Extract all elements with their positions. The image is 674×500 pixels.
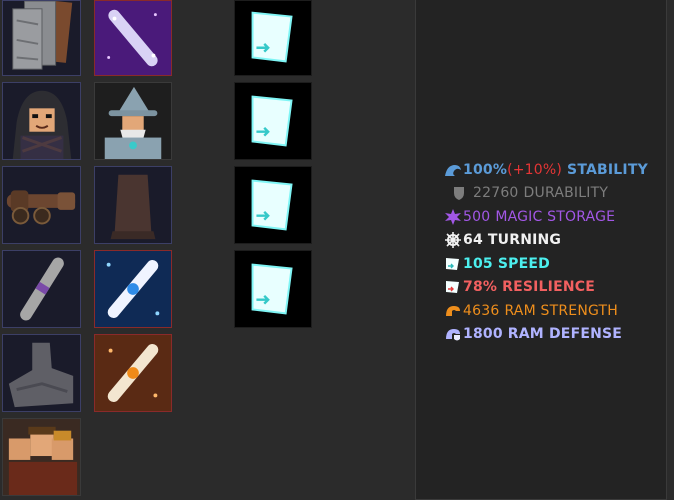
stability-label: STABILITY xyxy=(567,161,648,178)
wizard-icon xyxy=(104,86,162,159)
star-burst-icon xyxy=(444,208,462,226)
resilience-value: 78% xyxy=(463,279,498,296)
sail-slot-icon xyxy=(251,179,293,231)
stat-resilience: 78% RESILIENCE xyxy=(444,276,674,300)
rolled-scroll-icon xyxy=(20,257,64,321)
item-slot-magic-scroll-purple[interactable] xyxy=(94,0,172,76)
turning-label: TURNING xyxy=(487,232,562,249)
shield-icon xyxy=(450,184,468,202)
sail-slot-icon xyxy=(251,95,293,147)
ram-defense-value: 1800 xyxy=(463,326,503,343)
ship-wheel-icon xyxy=(444,231,462,249)
stat-durability: 22760 DURABILITY xyxy=(444,182,674,206)
crew-icon xyxy=(3,419,80,495)
ship-stats-panel: 100% (+10%) STABILITY 22760 DURABILITY 5… xyxy=(415,0,667,500)
item-slot-magic-scroll-blue[interactable] xyxy=(94,250,172,328)
ram-icon xyxy=(444,302,462,320)
item-slot-cannon[interactable] xyxy=(2,166,81,244)
ram-defense-label: RAM DEFENSE xyxy=(507,326,623,343)
ram-strength-value: 4636 xyxy=(463,302,500,319)
speed-label: SPEED xyxy=(497,255,550,272)
stat-stability: 100% (+10%) STABILITY xyxy=(444,158,674,182)
stat-ram-defense: 1800 RAM DEFENSE xyxy=(444,323,674,347)
sail-slot-2[interactable] xyxy=(234,82,312,160)
durability-value: 22760 xyxy=(473,185,519,202)
ram-defense-icon xyxy=(444,325,462,343)
stat-ram-strength: 4636 RAM STRENGTH xyxy=(444,299,674,323)
stone-blade-icon xyxy=(8,342,74,408)
stat-speed: 105 SPEED xyxy=(444,252,674,276)
item-slot-dark-cloth[interactable] xyxy=(94,166,172,244)
sail-slot-icon xyxy=(251,11,293,63)
sail-icon xyxy=(444,255,462,273)
item-slot-stone-blade[interactable] xyxy=(2,334,81,412)
stability-value: 100% xyxy=(463,161,508,178)
ram-strength-label: RAM STRENGTH xyxy=(504,302,619,319)
sail-slot-1[interactable] xyxy=(234,0,312,76)
sail-slot-3[interactable] xyxy=(234,166,312,244)
magic-storage-label: MAGIC STORAGE xyxy=(495,208,616,225)
item-slot-crew[interactable] xyxy=(2,418,81,496)
stat-magic-storage: 500 MAGIC STORAGE xyxy=(444,205,674,229)
item-slot-wizard[interactable] xyxy=(94,82,172,160)
resilience-label: RESILIENCE xyxy=(502,279,596,296)
stone-plates-icon xyxy=(12,1,73,70)
turning-value: 64 xyxy=(463,232,483,249)
durability-label: DURABILITY xyxy=(523,185,609,202)
sail-slot-icon xyxy=(251,263,293,315)
item-slot-hooded-pirate[interactable] xyxy=(2,82,81,160)
stat-turning: 64 TURNING xyxy=(444,229,674,253)
item-slot-stone-plates[interactable] xyxy=(2,0,81,76)
magic-storage-value: 500 xyxy=(463,208,491,225)
magic-scroll-orange-icon xyxy=(95,335,171,411)
wave-icon xyxy=(444,161,462,179)
sail-icon xyxy=(444,278,462,296)
cannon-icon xyxy=(6,190,76,225)
item-slot-magic-scroll-orange[interactable] xyxy=(94,334,172,412)
dark-cloth-icon xyxy=(110,174,156,240)
speed-value: 105 xyxy=(463,255,493,272)
hooded-pirate-icon xyxy=(12,90,72,159)
stability-bonus: (+10%) xyxy=(507,161,563,178)
item-slot-rolled-scroll[interactable] xyxy=(2,250,81,328)
stats-list: 100% (+10%) STABILITY 22760 DURABILITY 5… xyxy=(444,158,674,346)
magic-scroll-purple-icon xyxy=(95,1,171,75)
sail-slot-4[interactable] xyxy=(234,250,312,328)
magic-scroll-blue-icon xyxy=(95,251,171,327)
